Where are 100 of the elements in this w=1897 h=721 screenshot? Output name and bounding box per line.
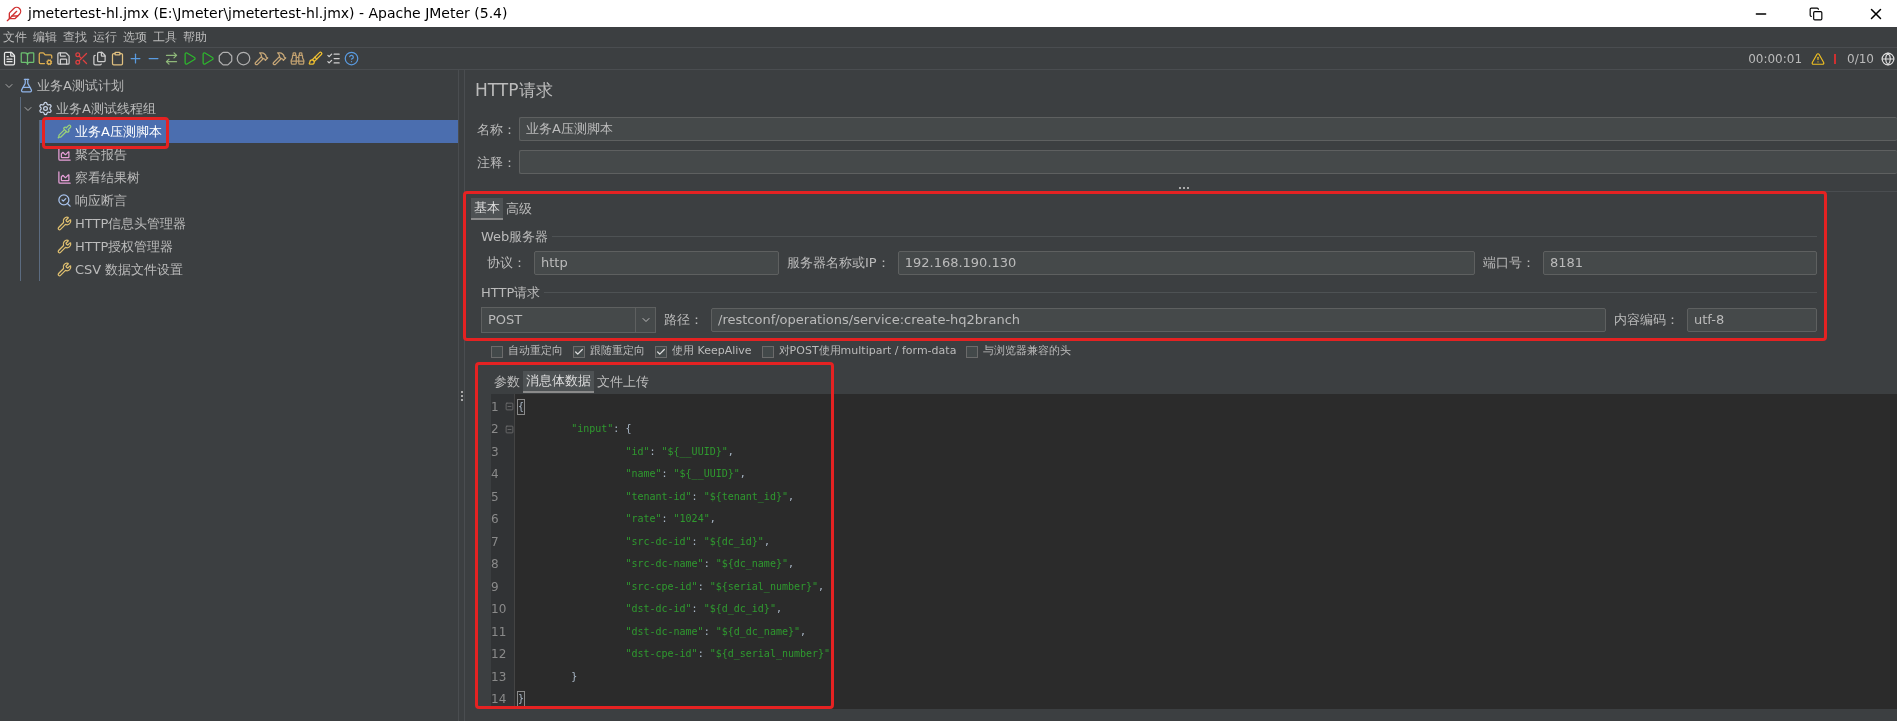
code-line: "name": "${__UUID}", [624, 467, 746, 482]
server-field[interactable]: 192.168.190.130 [897, 250, 1475, 275]
line-number: 12 [491, 646, 507, 664]
tree-item[interactable]: 响应断言 [75, 190, 127, 211]
restore-icon[interactable] [1809, 6, 1823, 21]
clear-all-icon[interactable] [272, 51, 287, 66]
field-label: 协议： [486, 253, 527, 272]
new-file-icon[interactable] [2, 51, 17, 66]
checkbox-label: 对POST使用multipart / form-data [778, 343, 957, 360]
checkbox[interactable] [573, 345, 585, 358]
tab[interactable]: 参数 [491, 370, 523, 393]
field-label: 内容编码： [1613, 310, 1680, 329]
tab[interactable]: 消息体数据 [523, 370, 594, 393]
magnifier-icon [57, 193, 72, 208]
collapse-handle-icon[interactable] [1179, 186, 1189, 189]
menu-item[interactable]: 工具 [150, 28, 180, 46]
code-line: "src-cpe-id": "${serial_number}", [624, 579, 825, 594]
comment-field[interactable] [519, 149, 1897, 174]
line-number: 14 [491, 691, 507, 709]
code-line: "tenant-id": "${tenant_id}", [624, 489, 794, 504]
copy-icon[interactable] [92, 51, 107, 66]
method-select[interactable]: POST [481, 306, 656, 333]
warning-icon[interactable] [1811, 51, 1826, 66]
encoding-field[interactable]: utf-8 [1687, 307, 1817, 332]
line-number: 5 [491, 488, 499, 506]
tree-item[interactable]: 聚合报告 [75, 144, 127, 165]
name-field[interactable]: 业务A压测脚本 [519, 116, 1897, 141]
broom-icon[interactable] [308, 51, 323, 66]
line-number: 8 [491, 556, 499, 574]
code-line: "src-dc-id": "${dc_id}", [624, 534, 770, 549]
globe-icon [1881, 51, 1895, 66]
checkbox-label: 与浏览器兼容的头 [983, 343, 1072, 360]
checkbox[interactable] [655, 345, 667, 358]
help-icon[interactable] [344, 51, 359, 66]
clear-icon[interactable] [254, 51, 269, 66]
protocol-field[interactable]: http [534, 250, 779, 275]
error-mark-icon [1834, 53, 1837, 64]
play-icon[interactable] [182, 51, 197, 66]
menu-item[interactable]: 运行 [90, 28, 120, 46]
checkbox-label: 自动重定向 [508, 343, 563, 360]
shutdown-icon[interactable] [236, 51, 251, 66]
tab[interactable]: 基本 [471, 197, 503, 220]
plus-icon[interactable] [128, 51, 143, 66]
code-line: "input": { [570, 422, 632, 437]
folder-icon[interactable] [38, 51, 53, 66]
line-number: 13 [491, 668, 507, 686]
field-label: 注释： [476, 154, 517, 170]
list-icon[interactable] [326, 51, 341, 66]
splitter-handle-icon[interactable] [460, 390, 463, 401]
menu-item[interactable]: 文件 [0, 28, 30, 46]
tree-item[interactable]: HTTP授权管理器 [75, 236, 174, 257]
menu-item[interactable]: 编辑 [30, 28, 60, 46]
flask-icon [19, 78, 34, 93]
tree-item[interactable]: 察看结果树 [75, 167, 140, 188]
paste-icon[interactable] [110, 51, 125, 66]
field-label: 名称： [476, 121, 517, 137]
wrench-icon [57, 262, 72, 277]
tree-item[interactable]: CSV 数据文件设置 [75, 259, 184, 280]
menu-item[interactable]: 帮助 [180, 28, 210, 46]
code-line: "src-dc-name": "${dc_name}", [624, 557, 794, 572]
line-number: 10 [491, 601, 507, 619]
tab[interactable]: 高级 [503, 197, 535, 220]
chart-icon [57, 170, 72, 185]
wrench-icon [57, 216, 72, 231]
port-field[interactable]: 8181 [1543, 250, 1817, 275]
chart-icon [57, 147, 72, 162]
thread-count: 0/10 [1847, 50, 1874, 68]
panel-title: HTTP请求 [474, 79, 554, 102]
group-legend: Web服务器 [481, 226, 549, 247]
save-icon[interactable] [56, 51, 71, 66]
gear-icon [38, 101, 53, 116]
checkbox[interactable] [491, 345, 503, 358]
tab[interactable]: 文件上传 [594, 370, 652, 393]
search-icon[interactable] [290, 51, 305, 66]
checkbox[interactable] [761, 345, 774, 358]
pipette-icon [57, 124, 72, 139]
toggle-icon[interactable] [164, 51, 179, 66]
play-icon[interactable] [200, 51, 215, 66]
stop-icon[interactable] [218, 51, 233, 66]
line-number: 2 [491, 421, 499, 439]
code-line: } [570, 669, 578, 684]
menu-item[interactable]: 查找 [60, 28, 90, 46]
code-line: "dst-dc-id": "${d_dc_id}", [624, 602, 782, 617]
tree-item[interactable]: 业务A测试计划 [37, 75, 124, 96]
field-label: 路径： [663, 310, 704, 329]
code-line: "rate": "1024", [624, 512, 716, 527]
menu-item[interactable]: 选项 [120, 28, 150, 46]
elapsed-time: 00:00:01 [1748, 50, 1803, 68]
code-line: "dst-cpe-id": "${d_serial_number}" [624, 647, 831, 662]
tree-item[interactable]: 业务A测试线程组 [56, 98, 156, 119]
book-icon[interactable] [20, 51, 35, 66]
line-number: 7 [491, 533, 499, 551]
line-number: 6 [491, 511, 499, 529]
line-number: 9 [491, 578, 499, 596]
tree-item[interactable]: HTTP信息头管理器 [75, 213, 187, 234]
checkbox[interactable] [966, 345, 979, 358]
field-label: 服务器名称或IP： [786, 253, 891, 272]
tree-item[interactable]: 业务A压测脚本 [75, 121, 162, 142]
path-field[interactable]: /restconf/operations/service:create-hq2branch [711, 307, 1606, 332]
code-line: "id": "${__UUID}", [624, 444, 734, 459]
